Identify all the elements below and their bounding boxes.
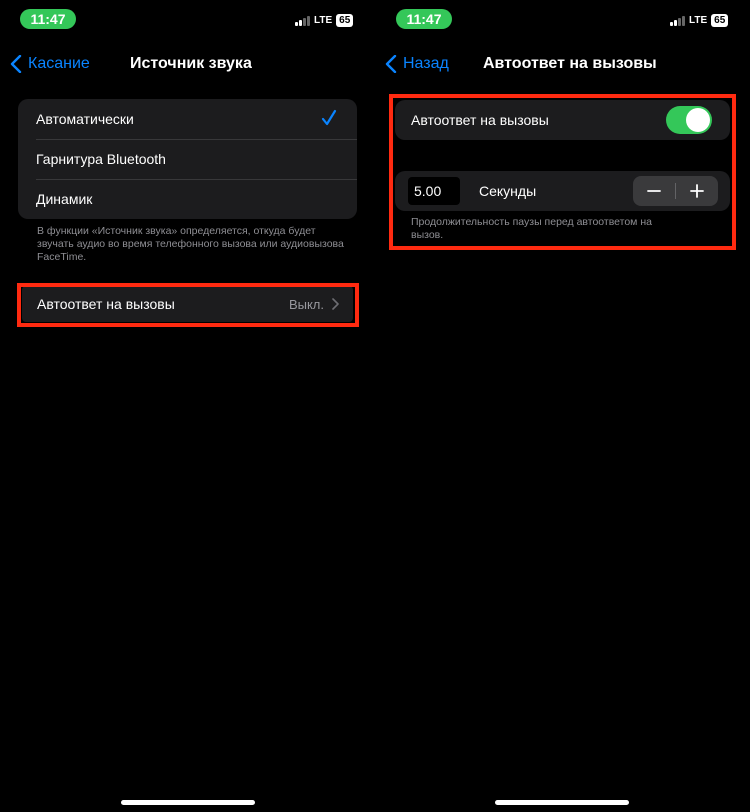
option-speaker[interactable]: Динамик <box>18 179 357 219</box>
highlight-frame <box>389 94 736 250</box>
chevron-left-icon <box>10 55 22 73</box>
battery-icon: 65 <box>711 14 729 27</box>
sound-source-footer: В функции «Источник звука» определяется,… <box>37 225 344 263</box>
home-indicator <box>495 800 629 805</box>
signal-icon <box>295 15 310 26</box>
signal-icon <box>670 15 685 26</box>
status-time: 11:47 <box>20 9 76 29</box>
option-label: Автоматически <box>36 111 134 127</box>
option-automatic[interactable]: Автоматически <box>18 99 357 139</box>
back-label: Назад <box>403 55 449 72</box>
chevron-left-icon <box>385 55 397 73</box>
option-bluetooth-headset[interactable]: Гарнитура Bluetooth <box>18 139 357 179</box>
battery-icon: 65 <box>336 14 354 27</box>
option-label: Гарнитура Bluetooth <box>36 151 166 167</box>
nav-bar: Назад Автоответ на вызовы <box>375 50 750 78</box>
back-button[interactable]: Назад <box>385 50 449 78</box>
status-indicators: LTE 65 <box>670 14 729 27</box>
network-label: LTE <box>314 15 333 26</box>
highlight-frame <box>17 283 359 327</box>
nav-bar: Касание Источник звука <box>0 50 375 78</box>
back-button[interactable]: Касание <box>10 50 90 78</box>
status-indicators: LTE 65 <box>295 14 354 27</box>
back-label: Касание <box>28 55 90 72</box>
page-title: Источник звука <box>130 55 252 72</box>
checkmark-icon <box>321 109 337 126</box>
screen-sound-source: 11:47 LTE 65 Касание Источник звука Авто… <box>0 0 375 812</box>
option-label: Динамик <box>36 191 93 207</box>
status-time: 11:47 <box>396 9 452 29</box>
network-label: LTE <box>689 15 708 26</box>
home-indicator <box>121 800 255 805</box>
screen-auto-answer: 11:47 LTE 65 Назад Автоответ на вызовы А… <box>375 0 750 812</box>
page-title: Автоответ на вызовы <box>483 55 657 72</box>
sound-source-options: Автоматически Гарнитура Bluetooth Динами… <box>18 99 357 219</box>
